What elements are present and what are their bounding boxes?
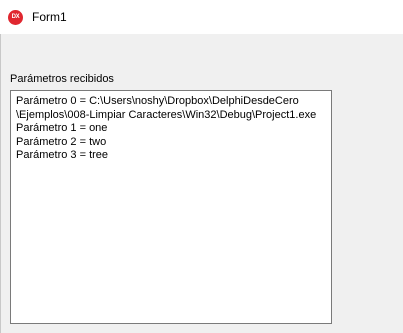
parametros-label: Parámetros recibidos — [10, 73, 114, 85]
memo-line: Parámetro 3 = tree — [16, 149, 109, 161]
memo-line: Parámetro 1 = one — [16, 122, 108, 134]
memo-line: \Ejemplos\008-Limpiar Caracteres\Win32\D… — [16, 108, 317, 121]
window-left-border — [0, 34, 1, 333]
window-title: Form1 — [32, 10, 67, 24]
form1-window: DX Form1 Parámetros recibidos Parámetro … — [0, 0, 403, 333]
title-bar[interactable]: DX Form1 — [0, 0, 403, 34]
memo-line: Parámetro 2 = two — [16, 135, 107, 148]
memo-line: Parámetro 0 = C:\Users\noshy\Dropbox\Del… — [16, 95, 299, 107]
delphi-dx-app-icon: DX — [8, 10, 23, 25]
parameters-memo[interactable]: Parámetro 0 = C:\Users\noshy\Dropbox\Del… — [10, 90, 332, 324]
